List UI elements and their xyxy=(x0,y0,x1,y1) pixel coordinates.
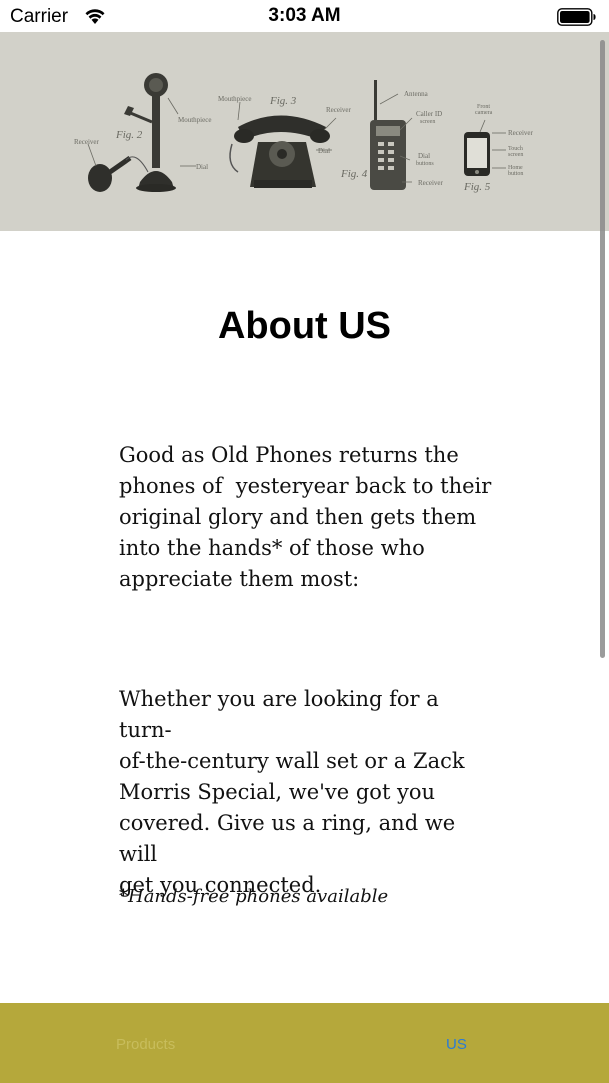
page-title: About US xyxy=(217,305,392,347)
label-receiver-1: Receiver xyxy=(74,138,100,146)
battery-icon xyxy=(557,8,596,26)
label-home-button-2: button xyxy=(508,171,523,177)
label-mouthpiece-1: Mouthpiece xyxy=(178,116,211,124)
label-touch-screen-2: screen xyxy=(508,152,523,158)
smartphone-drawing xyxy=(464,132,490,176)
hands-free-footnote: *Hands-free phones available xyxy=(119,886,389,907)
label-front-camera-2: camera xyxy=(475,110,493,116)
paragraph-line: Good as Old Phones returns the xyxy=(119,443,459,467)
label-dial-buttons-2: buttons xyxy=(416,161,434,167)
label-receiver-2: Receiver xyxy=(326,106,352,114)
paragraph-line: covered. Give us a ring, and we will xyxy=(119,811,456,866)
paragraph-line: into the hands* of those who xyxy=(119,536,425,560)
brick-phone-drawing xyxy=(370,80,406,190)
label-receiver-3: Receiver xyxy=(418,179,444,187)
about-paragraph-1: Good as Old Phones returns the phones of… xyxy=(119,440,494,595)
label-fig-5: Fig. 5 xyxy=(463,181,491,193)
label-receiver-4: Receiver xyxy=(508,129,534,137)
paragraph-line: original glory and then gets them xyxy=(119,505,477,529)
about-paragraph-2: Whether you are looking for a turn- of-t… xyxy=(119,684,494,901)
header-illustration: Receiver Fig. 2 Mouthpiece Dial Mouthpie… xyxy=(0,32,609,231)
status-time: 3:03 AM xyxy=(268,5,341,26)
paragraph-line: Morris Special, we've got you xyxy=(119,780,436,804)
paragraph-line: appreciate them most: xyxy=(119,567,360,591)
tab-bar: Products US xyxy=(0,1003,609,1083)
tab-products[interactable]: Products xyxy=(116,1036,175,1053)
vintage-phones-illustration: Receiver Fig. 2 Mouthpiece Dial Mouthpie… xyxy=(74,73,534,193)
paragraph-line: of-the-century wall set or a Zack xyxy=(119,749,465,773)
scroll-indicator[interactable] xyxy=(600,40,605,658)
label-caller-id: Caller ID xyxy=(416,110,442,118)
rotary-phone-drawing xyxy=(229,115,330,188)
label-caller-id-2: screen xyxy=(420,119,435,125)
paragraph-line: phones of yesteryear back to their xyxy=(119,474,492,498)
label-dial-2: Dial xyxy=(318,147,330,155)
status-bar: Carrier 3:03 AM xyxy=(0,0,609,32)
tab-us[interactable]: US xyxy=(446,1036,467,1053)
label-dial-buttons: Dial xyxy=(418,152,430,160)
paragraph-line: Whether you are looking for a turn- xyxy=(119,687,439,742)
label-fig-2: Fig. 2 xyxy=(115,129,143,141)
label-antenna: Antenna xyxy=(404,90,429,98)
label-fig-4: Fig. 4 xyxy=(340,168,368,180)
label-fig-3: Fig. 3 xyxy=(269,95,297,107)
label-dial-1: Dial xyxy=(196,163,208,171)
label-mouthpiece-2: Mouthpiece xyxy=(218,95,251,103)
